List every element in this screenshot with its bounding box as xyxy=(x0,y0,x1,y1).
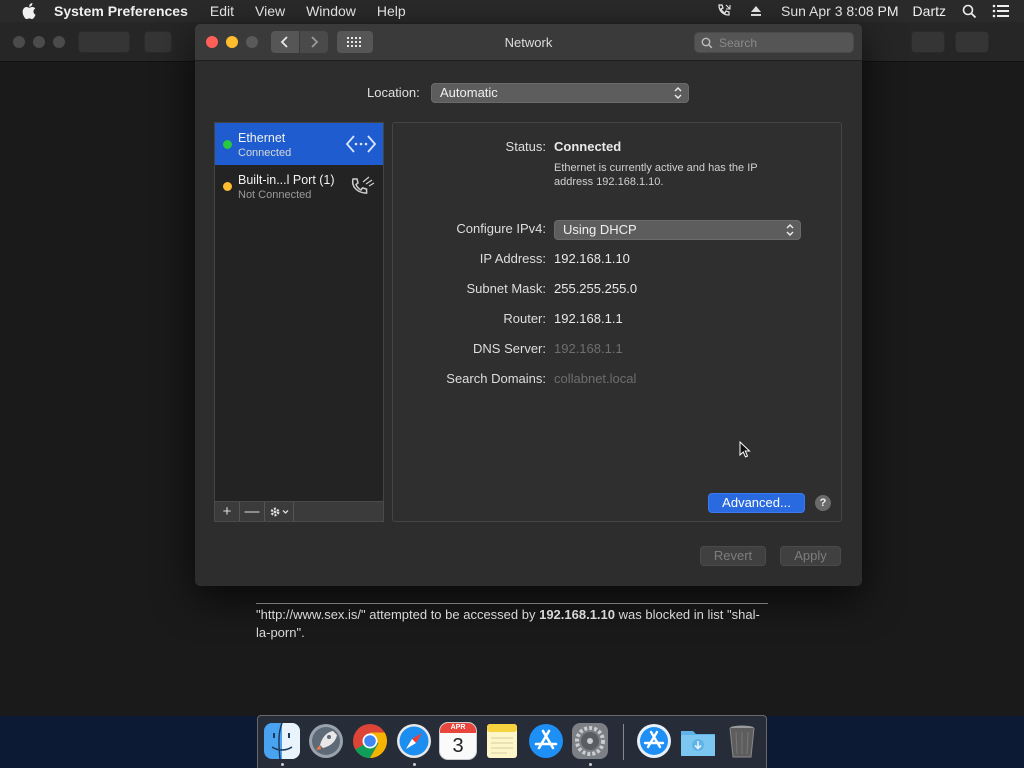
bg-max-dot xyxy=(53,36,65,48)
ip-address-value: 192.168.1.10 xyxy=(554,251,630,266)
status-value: Connected xyxy=(554,139,622,154)
eject-icon[interactable] xyxy=(747,2,765,20)
action-menu-button[interactable] xyxy=(265,502,294,521)
telephone-icon xyxy=(351,176,375,194)
configure-ipv4-label: Configure IPv4: xyxy=(456,221,546,236)
status-dot-yellow xyxy=(223,182,232,191)
bg-tabs-button xyxy=(955,31,989,53)
configure-ipv4-value: Using DHCP xyxy=(563,222,637,237)
subnet-mask-label: Subnet Mask: xyxy=(466,281,547,296)
location-row: Location: Automatic xyxy=(195,83,862,103)
running-indicator xyxy=(281,763,284,766)
service-list-toolbar: + — xyxy=(214,501,384,522)
bg-share-button xyxy=(911,31,945,53)
chrome-icon[interactable] xyxy=(351,722,389,760)
finder-icon[interactable] xyxy=(263,722,301,760)
bg-sidebar-button xyxy=(144,31,172,53)
notice-text-start: "http://www.sex.is/" attempted to be acc… xyxy=(256,607,540,622)
network-preferences-window: Network Location: Automatic Ethernet Con… xyxy=(195,24,862,586)
notice-ip: 192.168.1.10 xyxy=(539,607,615,622)
search-domains-label: Search Domains: xyxy=(446,371,546,386)
menubar-user[interactable]: Dartz xyxy=(913,3,946,19)
trash-icon[interactable] xyxy=(723,722,761,760)
calendar-icon[interactable]: APR 3 xyxy=(439,722,477,760)
app-store-icon[interactable] xyxy=(527,722,565,760)
status-description: Ethernet is currently active and has the… xyxy=(554,162,758,188)
add-service-button[interactable]: + xyxy=(215,502,240,521)
gear-icon xyxy=(270,507,289,516)
app-name-menu[interactable]: System Preferences xyxy=(54,3,188,19)
menu-view[interactable]: View xyxy=(255,3,285,19)
dock-separator xyxy=(623,724,624,760)
service-status: Not Connected xyxy=(238,189,312,201)
service-name: Built-in...l Port (1) xyxy=(238,173,335,187)
location-value: Automatic xyxy=(440,85,498,100)
status-dot-green xyxy=(223,140,232,149)
subnet-mask-value: 255.255.255.0 xyxy=(554,281,638,296)
service-item-serial-port[interactable]: Built-in...l Port (1) Not Connected xyxy=(215,165,383,207)
bg-min-dot xyxy=(33,36,45,48)
notification-center-icon[interactable] xyxy=(992,2,1010,20)
downloads-folder-icon[interactable] xyxy=(679,722,717,760)
revert-button[interactable]: Revert xyxy=(700,546,766,566)
title-bar: Network xyxy=(195,24,862,61)
dns-server-value: 192.168.1.1 xyxy=(554,341,623,356)
router-label: Router: xyxy=(503,311,546,326)
menubar-clock[interactable]: Sun Apr 3 8:08 PM xyxy=(781,3,899,19)
menu-window[interactable]: Window xyxy=(306,3,356,19)
notice-divider xyxy=(256,603,768,604)
service-list: Ethernet Connected Built-in...l Port (1)… xyxy=(214,122,384,522)
apple-menu-icon[interactable] xyxy=(20,2,38,20)
search-icon xyxy=(701,37,713,48)
location-popup[interactable]: Automatic xyxy=(431,83,689,103)
bg-nav-buttons xyxy=(78,31,130,53)
ip-address-label: IP Address: xyxy=(479,251,546,266)
calendar-day: 3 xyxy=(452,735,464,757)
service-status: Connected xyxy=(238,147,292,159)
app-store-download-icon[interactable] xyxy=(635,722,673,760)
menu-help[interactable]: Help xyxy=(377,3,406,19)
service-item-ethernet[interactable]: Ethernet Connected xyxy=(215,123,383,165)
apply-button[interactable]: Apply xyxy=(780,546,841,566)
launchpad-icon[interactable] xyxy=(307,722,345,760)
running-indicator xyxy=(589,763,592,766)
help-button[interactable]: ? xyxy=(815,495,831,511)
system-preferences-icon[interactable] xyxy=(571,722,609,760)
bg-close-dot xyxy=(13,36,25,48)
configure-ipv4-popup[interactable]: Using DHCP xyxy=(554,220,801,240)
ethernet-icon xyxy=(345,135,377,153)
status-label: Status: xyxy=(505,139,546,154)
search-domains-value: collabnet.local xyxy=(554,371,637,386)
menu-edit[interactable]: Edit xyxy=(210,3,234,19)
menu-bar: System Preferences Edit View Window Help… xyxy=(0,0,1024,22)
remove-service-button[interactable]: — xyxy=(240,502,265,521)
calendar-month: APR xyxy=(440,723,476,733)
safari-icon[interactable] xyxy=(395,722,433,760)
dock: APR 3 xyxy=(257,715,767,768)
notes-icon[interactable] xyxy=(483,722,521,760)
mouse-pointer-icon xyxy=(739,441,751,458)
phone-icon[interactable] xyxy=(715,2,733,20)
search-input[interactable] xyxy=(719,35,839,50)
dns-server-label: DNS Server: xyxy=(473,341,546,356)
updown-chevron-icon xyxy=(674,87,682,99)
service-name: Ethernet xyxy=(238,131,286,145)
running-indicator xyxy=(413,763,416,766)
advanced-button[interactable]: Advanced... xyxy=(708,493,805,513)
router-value: 192.168.1.1 xyxy=(554,311,623,326)
updown-chevron-icon xyxy=(786,224,794,236)
search-field[interactable] xyxy=(694,32,854,53)
spotlight-search-icon[interactable] xyxy=(960,2,978,20)
location-label: Location: xyxy=(367,85,420,100)
service-detail-panel: Status: Connected Ethernet is currently … xyxy=(392,122,842,522)
blocked-site-notice: "http://www.sex.is/" attempted to be acc… xyxy=(256,606,768,642)
